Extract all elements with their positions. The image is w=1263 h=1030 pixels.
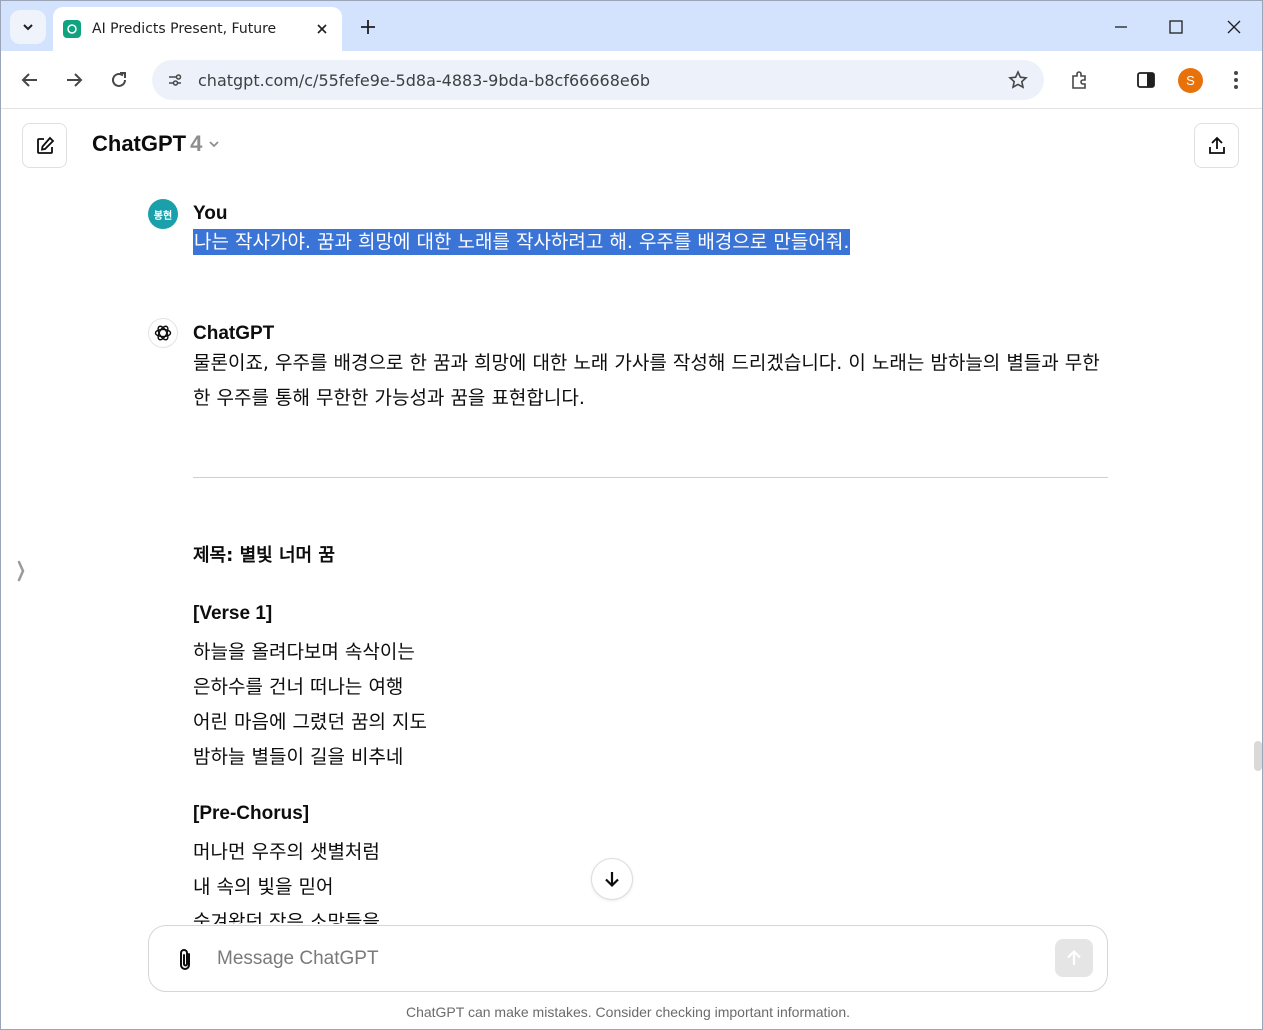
scroll-to-bottom-button[interactable] <box>591 858 633 900</box>
lyric-line: 내 속의 빛을 믿어 <box>193 876 334 898</box>
extensions-icon[interactable] <box>1065 66 1093 94</box>
verse1-label: [Verse 1] <box>193 603 273 624</box>
prechorus-label: [Pre-Chorus] <box>193 803 310 824</box>
model-version: 4 <box>190 131 203 156</box>
chevron-down-icon <box>209 141 220 148</box>
browser-tab[interactable]: AI Predicts Present, Future <box>53 7 342 51</box>
tab-strip: AI Predicts Present, Future <box>1 1 1262 51</box>
chevron-down-icon <box>23 24 33 31</box>
message-composer <box>148 925 1108 992</box>
tab-search-button[interactable] <box>10 10 46 44</box>
browser-window: AI Predicts Present, Future chatgpt.com/… <box>0 0 1263 1030</box>
share-icon <box>1208 136 1225 154</box>
song-title: 제목: 별빛 너머 꿈 <box>193 545 335 566</box>
lyric-line: 하늘을 올려다보며 속삭이는 <box>193 641 415 663</box>
model-selector[interactable]: ChatGPT 4 <box>92 131 220 157</box>
side-panel-icon[interactable] <box>1132 66 1160 94</box>
message-input[interactable] <box>217 944 1037 974</box>
paperclip-icon[interactable] <box>171 946 199 974</box>
lyric-line: 밤하늘 별들이 길을 비추네 <box>193 746 404 768</box>
lyric-line: 어린 마음에 그렸던 꿈의 지도 <box>193 711 427 733</box>
browser-toolbar: chatgpt.com/c/55fefe9e-5d8a-4883-9bda-b8… <box>1 51 1262 109</box>
assistant-author-label: ChatGPT <box>193 323 275 344</box>
close-icon[interactable] <box>312 19 332 39</box>
divider <box>193 477 1108 478</box>
arrow-up-icon <box>1067 949 1081 965</box>
user-message: 나는 작사가야. 꿈과 희망에 대한 노래를 작사하려고 해. 우주를 배경으로… <box>193 229 851 255</box>
site-info-icon[interactable] <box>162 67 188 93</box>
forward-icon[interactable] <box>59 65 89 95</box>
conversation: 봉현 You 나는 작사가야. 꿈과 희망에 대한 노래를 작사하려고 해. 우… <box>1 191 1251 924</box>
tab-title: AI Predicts Present, Future <box>92 21 277 37</box>
more-icon[interactable] <box>1222 66 1250 94</box>
favicon-icon <box>63 20 81 38</box>
url-text[interactable]: chatgpt.com/c/55fefe9e-5d8a-4883-9bda-b8… <box>198 71 1006 90</box>
share-button[interactable] <box>1194 123 1239 168</box>
profile-avatar[interactable]: S <box>1178 68 1203 93</box>
window-close-icon[interactable] <box>1211 9 1257 45</box>
user-avatar: 봉현 <box>148 199 178 229</box>
minimize-icon[interactable] <box>1098 9 1144 45</box>
user-author-label: You <box>193 203 228 224</box>
star-icon[interactable] <box>1006 68 1030 92</box>
lyric-line: 은하수를 건너 떠나는 여행 <box>193 676 404 698</box>
model-name: ChatGPT <box>92 131 187 156</box>
scrollbar-thumb[interactable] <box>1254 741 1262 771</box>
assistant-intro: 물론이죠, 우주를 배경으로 한 꿈과 희망에 대한 노래 가사를 작성해 드리… <box>193 352 1100 409</box>
send-button[interactable] <box>1055 939 1093 977</box>
reload-icon[interactable] <box>104 65 134 95</box>
back-icon[interactable] <box>15 65 45 95</box>
maximize-icon[interactable] <box>1153 9 1199 45</box>
chatgpt-logo-icon <box>148 318 178 348</box>
edit-icon <box>36 136 54 154</box>
new-chat-button[interactable] <box>22 123 67 168</box>
address-bar[interactable]: chatgpt.com/c/55fefe9e-5d8a-4883-9bda-b8… <box>152 60 1044 100</box>
plus-icon[interactable] <box>355 14 381 40</box>
lyric-line: 머나먼 우주의 샛별처럼 <box>193 841 380 863</box>
lyric-line: 숨겨왔던 작은 소망들을 <box>193 911 380 924</box>
arrow-down-icon <box>605 872 619 888</box>
disclaimer: ChatGPT can make mistakes. Consider chec… <box>405 1004 851 1020</box>
